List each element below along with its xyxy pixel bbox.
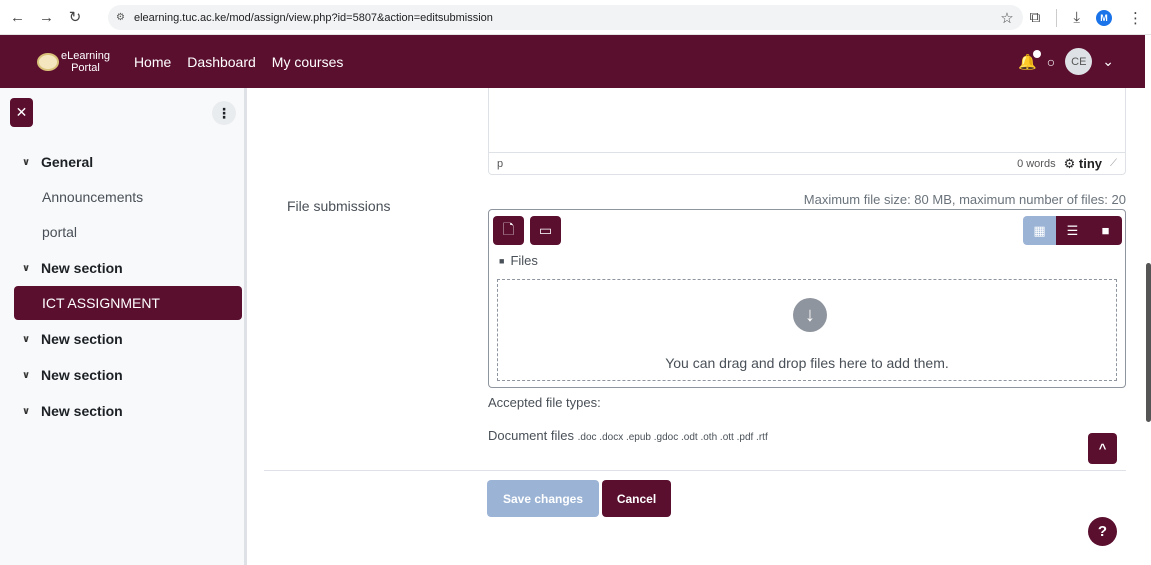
activity-portal[interactable]: portal — [42, 224, 77, 240]
view-details-button[interactable]: ☰ — [1056, 216, 1089, 245]
chevron-down-icon[interactable]: ∨ — [22, 263, 34, 274]
cancel-button[interactable]: Cancel — [602, 480, 671, 517]
notifications-icon[interactable]: 🔔 — [1018, 49, 1041, 71]
help-button[interactable]: ? — [1088, 517, 1117, 546]
drop-zone[interactable]: ↓ You can drag and drop files here to ad… — [497, 279, 1117, 381]
site-navbar: eLearning Portal Home Dashboard My cours… — [0, 35, 1151, 88]
main-content: p 0 words ⚙ tiny ⟋ File submissions Maxi… — [250, 88, 1151, 565]
section-label: New section — [41, 403, 123, 419]
accepted-types-label: Accepted file types: — [488, 395, 601, 410]
bookmark-star-icon[interactable]: ☆ — [1000, 9, 1013, 27]
logo-text: eLearning Portal — [61, 50, 110, 74]
browser-actions: ☆ ⧉ ⤓ M ⋮ — [1000, 0, 1143, 35]
file-submissions-label: File submissions — [287, 198, 391, 214]
more-options-button[interactable]: ⋮ — [212, 101, 236, 125]
user-tools: 🔔 ○ CE ⌄ — [1018, 48, 1114, 75]
view-icons-button[interactable]: ▦ — [1023, 216, 1056, 245]
max-file-info: Maximum file size: 80 MB, maximum number… — [803, 192, 1126, 207]
grid-icon: ▦ — [1033, 222, 1046, 238]
section-new-1[interactable]: ∨ New section — [22, 260, 123, 276]
course-index-drawer: ✕ ⋮ ∨ General Announcements portal ∨ New… — [0, 88, 247, 565]
download-arrow-icon: ↓ — [793, 298, 827, 332]
editor-statusbar: p 0 words ⚙ tiny ⟋ — [489, 152, 1125, 174]
logo-line2: Portal — [71, 61, 100, 74]
browser-toolbar: ← → ↻ ⚙ elearning.tuc.ac.ke/mod/assign/v… — [0, 0, 1151, 35]
chevron-down-icon[interactable]: ⌄ — [1102, 53, 1114, 70]
list-icon: ☰ — [1066, 222, 1079, 238]
question-icon: ? — [1097, 523, 1108, 540]
file-breadcrumb[interactable]: ■ Files — [499, 253, 538, 268]
reload-icon[interactable]: ↻ — [68, 8, 82, 26]
site-logo[interactable]: eLearning Portal — [37, 50, 110, 74]
types-prefix: Document files — [488, 428, 574, 443]
tiny-logo[interactable]: ⚙ tiny — [1064, 156, 1102, 172]
chevron-down-icon[interactable]: ∨ — [22, 406, 34, 417]
page-scrollbar[interactable] — [1145, 35, 1151, 565]
file-icon: 🗋 — [502, 220, 515, 237]
folder-icon: ▭ — [538, 222, 553, 238]
section-new-2[interactable]: ∨ New section — [22, 331, 123, 347]
chevron-down-icon[interactable]: ∨ — [22, 334, 34, 345]
create-folder-button[interactable]: ▭ — [530, 216, 561, 245]
section-label: New section — [41, 367, 123, 383]
download-icon[interactable]: ⤓ — [1073, 9, 1080, 26]
logo-line1: eLearning — [61, 49, 110, 62]
browser-nav: ← → ↻ — [0, 8, 82, 27]
view-tree-button[interactable]: ■ — [1089, 216, 1122, 245]
section-new-3[interactable]: ∨ New section — [22, 367, 123, 383]
chevron-up-icon: ^ — [1098, 441, 1107, 456]
chevron-down-icon[interactable]: ∨ — [22, 370, 34, 381]
back-to-top-button[interactable]: ^ — [1088, 433, 1117, 464]
browser-menu-icon[interactable]: ⋮ — [1128, 9, 1143, 27]
url-text: elearning.tuc.ac.ke/mod/assign/view.php?… — [133, 11, 493, 24]
extensions-icon[interactable]: ⧉ — [1030, 9, 1041, 26]
site-settings-icon[interactable]: ⚙ — [116, 12, 125, 23]
form-divider — [264, 470, 1126, 471]
element-path[interactable]: p — [497, 158, 503, 170]
messages-icon[interactable]: ○ — [1047, 54, 1055, 70]
toolbar-divider — [1056, 8, 1058, 27]
primary-nav: Home Dashboard My courses — [134, 54, 343, 70]
forward-icon[interactable]: → — [39, 9, 54, 26]
user-avatar[interactable]: CE — [1065, 48, 1093, 75]
close-drawer-button[interactable]: ✕ — [10, 98, 33, 127]
section-label: New section — [41, 331, 123, 347]
section-new-4[interactable]: ∨ New section — [22, 403, 123, 419]
section-label: New section — [41, 260, 123, 276]
profile-avatar[interactable]: M — [1096, 9, 1112, 26]
word-count[interactable]: 0 words — [1017, 158, 1056, 170]
section-general[interactable]: ∨ General — [22, 154, 93, 170]
notification-dot — [1032, 49, 1041, 58]
nav-my-courses[interactable]: My courses — [272, 54, 344, 70]
nav-home[interactable]: Home — [134, 54, 171, 70]
activity-ict-assignment[interactable]: ICT ASSIGNMENT — [14, 286, 242, 320]
add-file-button[interactable]: 🗋 — [493, 216, 524, 245]
back-icon[interactable]: ← — [10, 9, 25, 26]
nav-dashboard[interactable]: Dashboard — [187, 54, 256, 70]
folder-icon: ■ — [499, 255, 505, 266]
accepted-types-list: Document files .doc .docx .epub .gdoc .o… — [488, 428, 768, 443]
drop-zone-text: You can drag and drop files here to add … — [665, 355, 949, 371]
section-label: General — [41, 154, 94, 170]
resize-grip-icon[interactable]: ⟋ — [1110, 158, 1117, 169]
logo-emblem-icon — [37, 52, 59, 71]
online-text-editor[interactable]: p 0 words ⚙ tiny ⟋ — [488, 88, 1126, 175]
save-changes-button[interactable]: Save changes — [487, 480, 599, 517]
tiny-brand-text: tiny — [1078, 155, 1102, 171]
address-bar[interactable]: ⚙ elearning.tuc.ac.ke/mod/assign/view.ph… — [108, 5, 1023, 30]
chevron-down-icon[interactable]: ∨ — [22, 157, 34, 168]
crumb-label: Files — [510, 253, 538, 268]
folder-icon: ■ — [1101, 223, 1110, 238]
file-manager: 🗋 ▭ ▦ ☰ ■ ■ Files ↓ You can drag and dro… — [488, 209, 1126, 388]
activity-announcements[interactable]: Announcements — [42, 189, 143, 205]
scrollbar-thumb[interactable] — [1146, 263, 1151, 422]
types-extensions: .doc .docx .epub .gdoc .odt .oth .ott .p… — [577, 432, 768, 443]
